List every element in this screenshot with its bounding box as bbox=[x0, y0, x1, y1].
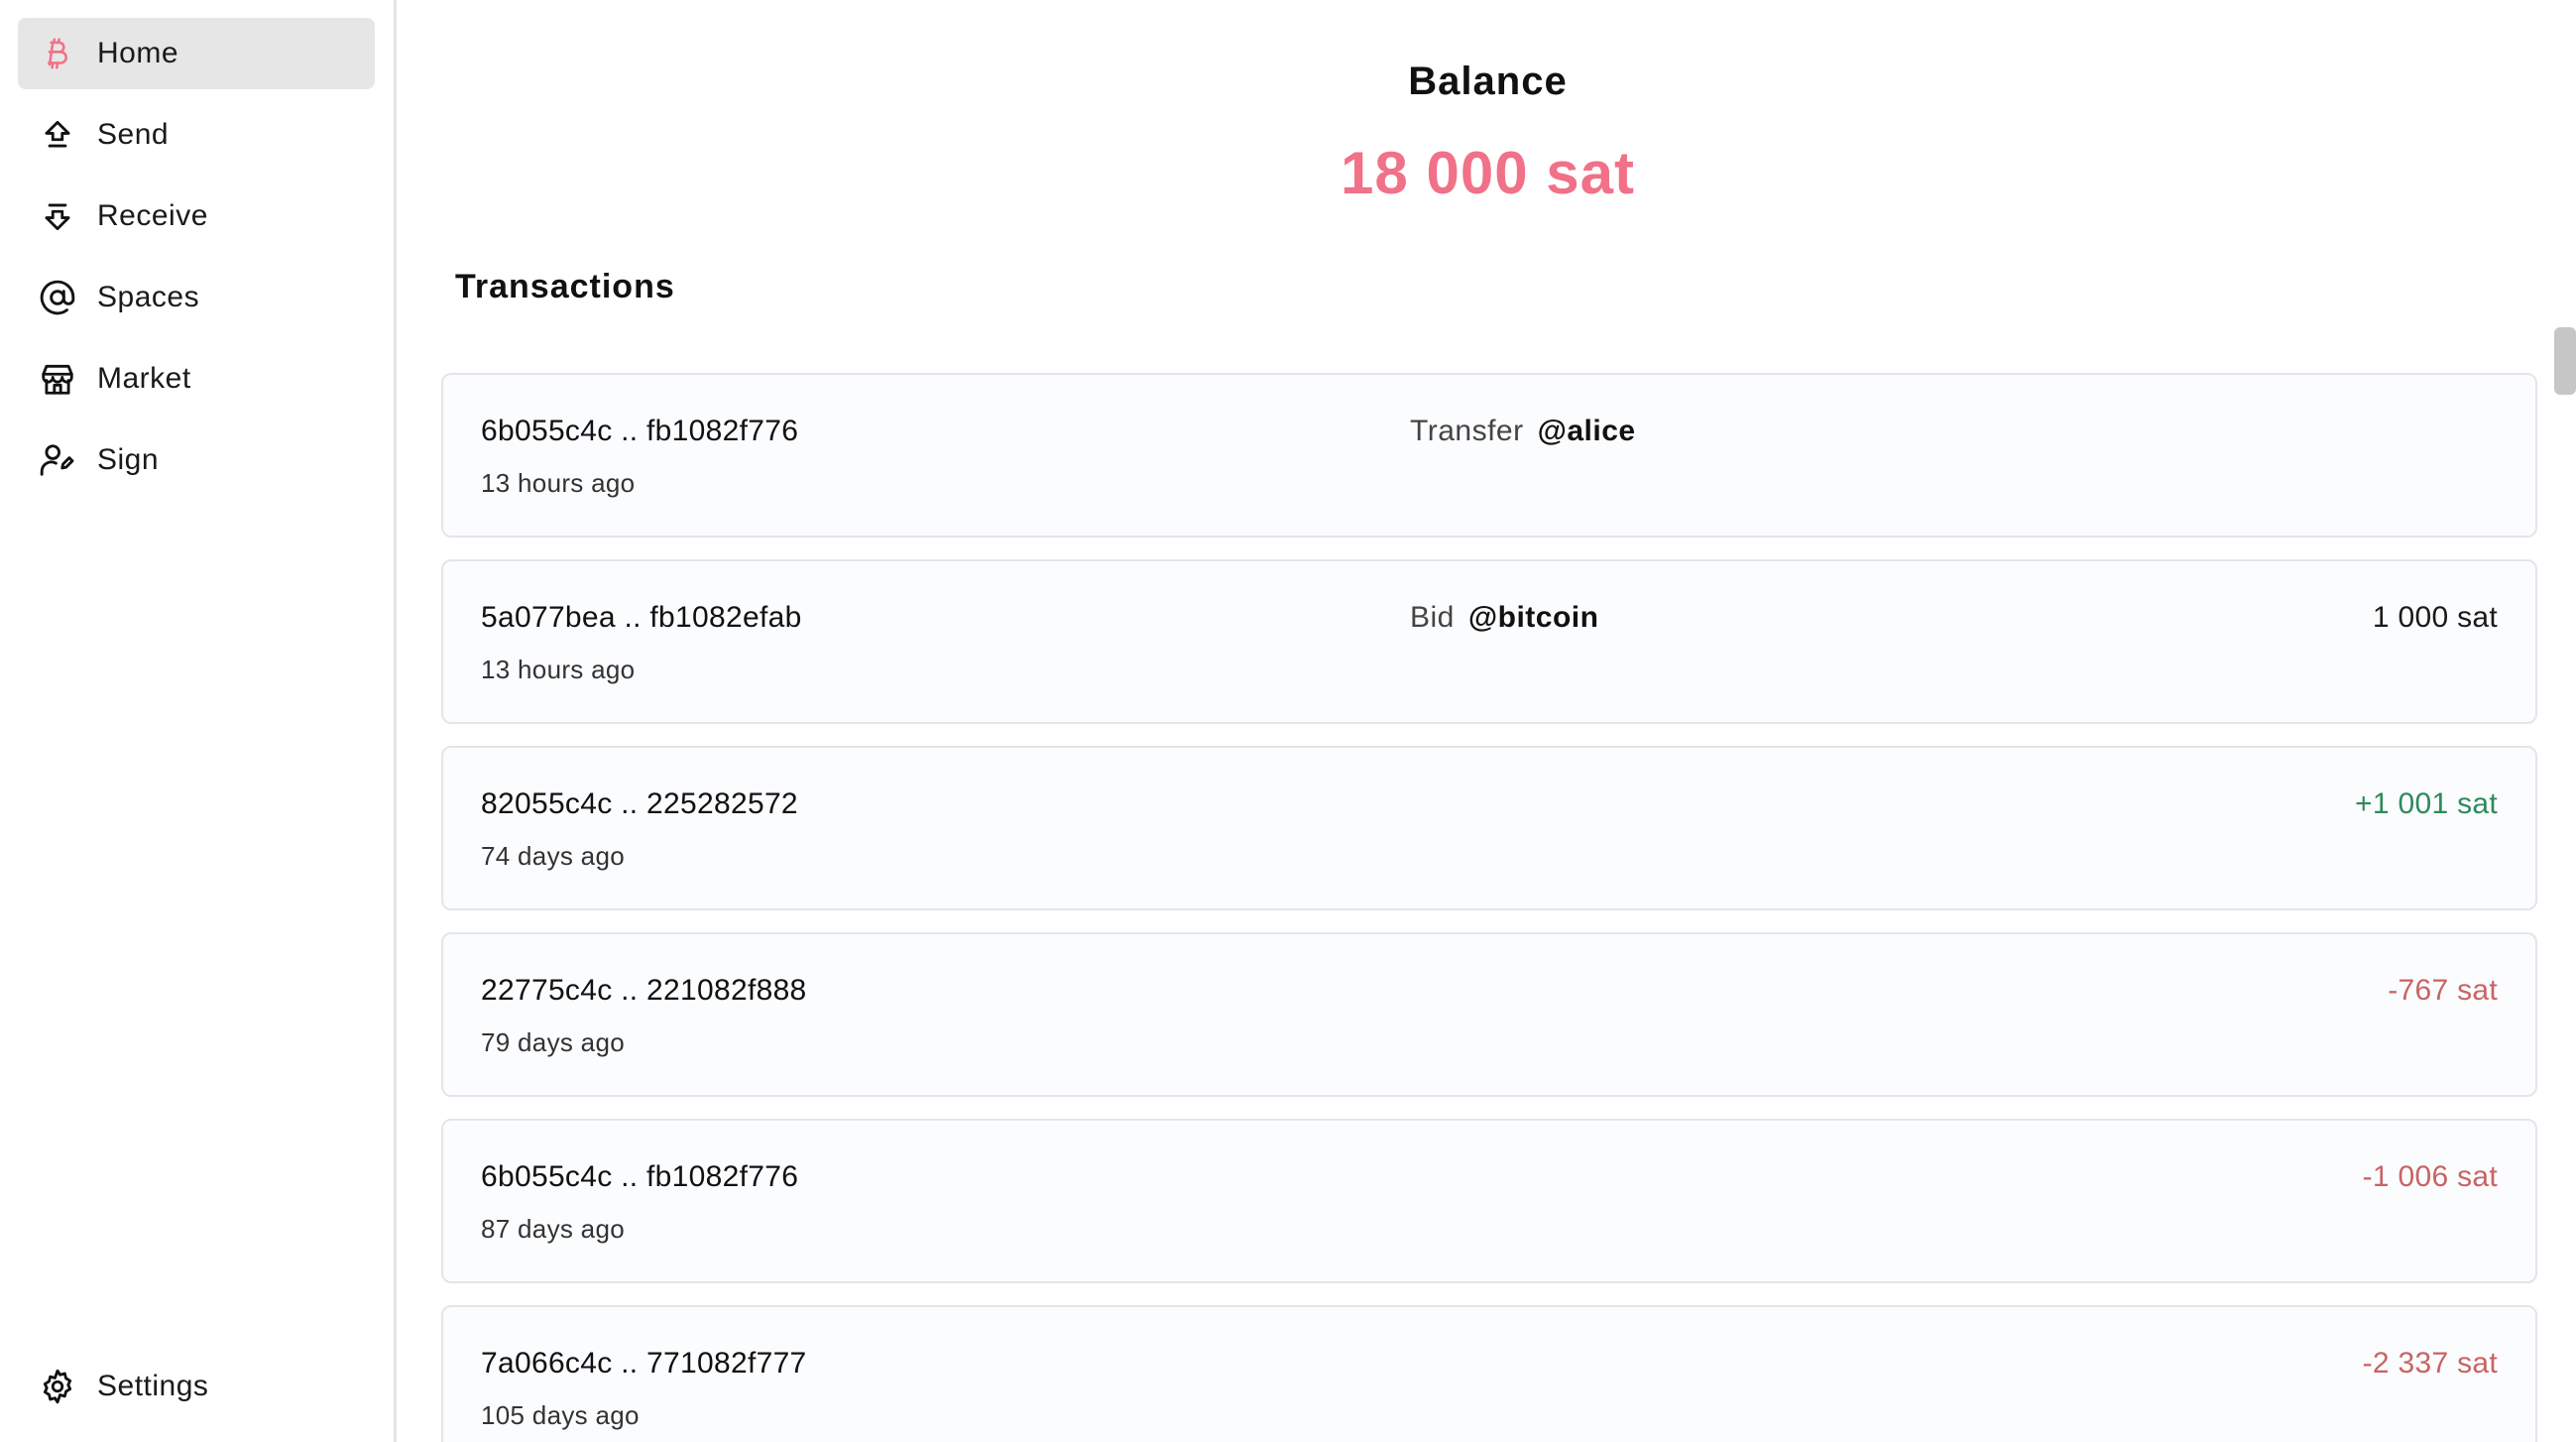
transaction-row[interactable]: 7a066c4c .. 771082f777 105 days ago -2 3… bbox=[441, 1305, 2537, 1442]
receive-icon bbox=[38, 196, 77, 236]
transaction-action: Transfer @alice bbox=[1410, 415, 1636, 448]
sidebar-item-label: Receive bbox=[97, 199, 208, 232]
transaction-row[interactable]: 6b055c4c .. fb1082f776 87 days ago -1 00… bbox=[441, 1119, 2537, 1283]
transaction-time: 105 days ago bbox=[481, 1400, 640, 1430]
sidebar-item-label: Sign bbox=[97, 443, 160, 476]
sidebar-item-label: Market bbox=[97, 362, 191, 395]
balance-title: Balance bbox=[1408, 60, 1568, 103]
sidebar-item-receive[interactable]: Receive bbox=[18, 180, 375, 252]
sidebar-item-market[interactable]: Market bbox=[18, 343, 375, 415]
scrollbar-thumb[interactable] bbox=[2554, 327, 2576, 395]
sidebar-item-label: Home bbox=[97, 37, 179, 69]
transaction-time: 74 days ago bbox=[481, 841, 625, 871]
transaction-time: 13 hours ago bbox=[481, 468, 636, 498]
bitcoin-icon bbox=[38, 34, 77, 73]
transaction-time: 13 hours ago bbox=[481, 655, 636, 684]
transaction-row[interactable]: 22775c4c .. 221082f888 79 days ago -767 … bbox=[441, 932, 2537, 1097]
sidebar: Home Send Receive Spaces Market Sign Set… bbox=[0, 0, 397, 1442]
sidebar-item-send[interactable]: Send bbox=[18, 99, 375, 171]
sidebar-nav: Home Send Receive Spaces Market Sign bbox=[18, 18, 375, 506]
sidebar-item-label: Send bbox=[97, 118, 170, 151]
transaction-action-type: Bid bbox=[1410, 601, 1455, 634]
transaction-id: 5a077bea .. fb1082efab bbox=[481, 601, 802, 634]
at-sign-icon bbox=[38, 278, 77, 317]
transactions-list: 6b055c4c .. fb1082f776 13 hours ago Tran… bbox=[441, 373, 2537, 1442]
transaction-id: 82055c4c .. 225282572 bbox=[481, 787, 798, 820]
balance-amount: 18 000 sat bbox=[1341, 140, 1635, 206]
transaction-space-name[interactable]: @bitcoin bbox=[1468, 601, 1599, 635]
send-icon bbox=[38, 115, 77, 155]
transaction-amount: -767 sat bbox=[2388, 974, 2498, 1007]
user-pen-icon bbox=[38, 440, 77, 480]
transactions-heading: Transactions bbox=[455, 268, 675, 305]
transaction-row[interactable]: 6b055c4c .. fb1082f776 13 hours ago Tran… bbox=[441, 373, 2537, 538]
transaction-id: 7a066c4c .. 771082f777 bbox=[481, 1347, 807, 1380]
sidebar-item-spaces[interactable]: Spaces bbox=[18, 262, 375, 333]
sidebar-item-settings[interactable]: Settings bbox=[18, 1351, 375, 1422]
transaction-amount: -1 006 sat bbox=[2362, 1160, 2498, 1193]
sidebar-item-label: Settings bbox=[97, 1370, 209, 1402]
sidebar-item-label: Spaces bbox=[97, 281, 200, 313]
transaction-amount: -2 337 sat bbox=[2362, 1347, 2498, 1380]
transaction-id: 6b055c4c .. fb1082f776 bbox=[481, 415, 799, 447]
transaction-time: 79 days ago bbox=[481, 1027, 625, 1057]
transaction-row[interactable]: 5a077bea .. fb1082efab 13 hours ago Bid … bbox=[441, 559, 2537, 724]
transaction-id: 6b055c4c .. fb1082f776 bbox=[481, 1160, 799, 1193]
transaction-action-type: Transfer bbox=[1410, 415, 1524, 447]
transaction-time: 87 days ago bbox=[481, 1214, 625, 1244]
wallet-app: Home Send Receive Spaces Market Sign Set… bbox=[0, 0, 2576, 1442]
gear-icon bbox=[38, 1367, 77, 1406]
transaction-action: Bid @bitcoin bbox=[1410, 601, 1598, 635]
sidebar-item-home[interactable]: Home bbox=[18, 18, 375, 89]
sidebar-footer: Settings bbox=[18, 1351, 375, 1432]
transaction-id: 22775c4c .. 221082f888 bbox=[481, 974, 807, 1007]
sidebar-item-sign[interactable]: Sign bbox=[18, 424, 375, 496]
transaction-row[interactable]: 82055c4c .. 225282572 74 days ago +1 001… bbox=[441, 746, 2537, 910]
transaction-amount: 1 000 sat bbox=[2372, 601, 2498, 634]
transaction-amount: +1 001 sat bbox=[2355, 787, 2498, 820]
transaction-space-name[interactable]: @alice bbox=[1538, 415, 1636, 448]
main-content: Balance 18 000 sat Transactions 6b055c4c… bbox=[400, 0, 2576, 1442]
store-icon bbox=[38, 359, 77, 399]
